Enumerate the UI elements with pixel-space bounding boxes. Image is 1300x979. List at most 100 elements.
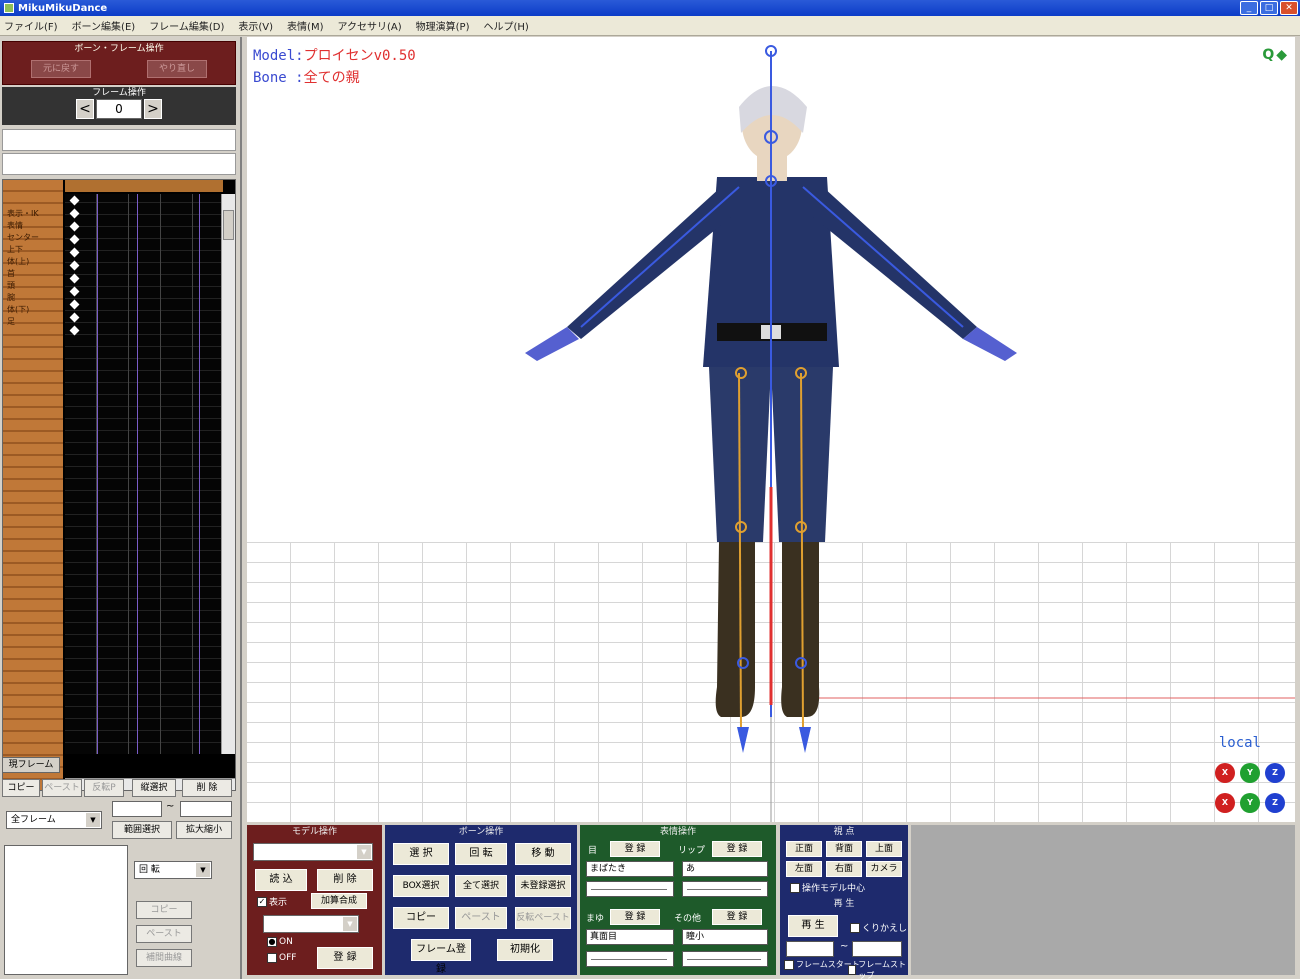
bone-name[interactable]: 頭: [7, 280, 15, 292]
paste-button[interactable]: ペースト: [42, 779, 82, 797]
initialize-button[interactable]: 初期化: [497, 939, 553, 961]
select-all-button[interactable]: 全て選択: [455, 875, 507, 897]
menu-help[interactable]: ヘルプ(H): [483, 18, 528, 33]
range-end-input[interactable]: [180, 801, 232, 817]
brow-slider[interactable]: [586, 951, 674, 967]
other-morph-select[interactable]: 瞳小: [682, 929, 768, 945]
frame-register-button[interactable]: フレーム登録: [411, 939, 471, 975]
move-x-icon[interactable]: X: [1215, 793, 1235, 813]
frame-number-input[interactable]: 0: [96, 99, 142, 119]
interpolation-curve[interactable]: [4, 845, 128, 975]
repeat-checkbox[interactable]: くりかえし: [850, 921, 907, 934]
rotate-y-icon[interactable]: Y: [1240, 763, 1260, 783]
reverse-paste-button[interactable]: 反転P: [84, 779, 124, 797]
other-register-button[interactable]: 登 録: [712, 909, 762, 925]
range-select-button[interactable]: 範囲選択: [112, 821, 172, 839]
timeline-grid[interactable]: [65, 194, 221, 754]
menu-face[interactable]: 表情(M): [287, 18, 323, 33]
other-slider[interactable]: [682, 951, 768, 967]
current-frame-tab[interactable]: 現フレーム: [2, 757, 60, 773]
select-bone-button[interactable]: 選 択: [393, 843, 449, 865]
menu-file[interactable]: ファイル(F): [4, 18, 58, 33]
menu-frame-edit[interactable]: フレーム編集(D): [149, 18, 224, 33]
curve-copy-button[interactable]: コピー: [136, 901, 192, 919]
off-radio[interactable]: OFF: [267, 953, 296, 963]
load-model-button[interactable]: 読 込: [255, 869, 307, 891]
frame-range-select[interactable]: 全フレーム: [6, 811, 102, 829]
eye-register-button[interactable]: 登 録: [610, 841, 660, 857]
bone-reverse-paste-button[interactable]: 反転ペースト: [515, 907, 571, 929]
back-view-button[interactable]: 背面: [826, 841, 862, 857]
move-view-icon[interactable]: ◆: [1276, 47, 1287, 63]
show-checkbox[interactable]: ✓ 表示: [257, 895, 287, 908]
bone-name[interactable]: センター: [7, 232, 39, 244]
maximize-button[interactable]: □: [1260, 1, 1278, 15]
top-view-button[interactable]: 上面: [866, 841, 902, 857]
rotate-bone-button[interactable]: 回 転: [455, 843, 507, 865]
on-radio[interactable]: ● ON: [267, 937, 293, 947]
lip-slider[interactable]: [682, 881, 768, 897]
unregistered-select-button[interactable]: 未登録選択: [515, 875, 571, 897]
bone-name[interactable]: 体(上): [7, 256, 29, 268]
brow-morph-select[interactable]: 真面目: [586, 929, 674, 945]
register-model-button[interactable]: 登 録: [317, 947, 373, 969]
menu-accessory[interactable]: アクセサリ(A): [337, 18, 401, 33]
box-select-button[interactable]: BOX選択: [393, 875, 449, 897]
bone-name[interactable]: 足: [7, 316, 15, 328]
scroll-thumb[interactable]: [223, 210, 234, 240]
zoom-icon[interactable]: Q: [1262, 47, 1274, 63]
left-view-button[interactable]: 左面: [786, 861, 822, 877]
frame-stop-checkbox[interactable]: フレームストップ: [848, 959, 908, 979]
bone-select[interactable]: 左足IK: [263, 915, 359, 933]
play-start-input[interactable]: [786, 941, 834, 957]
move-z-icon[interactable]: Z: [1265, 793, 1285, 813]
scale-button[interactable]: 拡大縮小: [176, 821, 232, 839]
model-render[interactable]: [247, 37, 1295, 822]
play-end-input[interactable]: [852, 941, 902, 957]
eye-slider[interactable]: [586, 881, 674, 897]
curve-type-select[interactable]: 回 転: [134, 861, 212, 879]
lip-morph-select[interactable]: あ: [682, 861, 768, 877]
delete-model-button[interactable]: 削 除: [317, 869, 373, 891]
bone-name[interactable]: 上下: [7, 244, 23, 256]
undo-button[interactable]: 元に戻す: [31, 60, 91, 78]
curve-reset-button[interactable]: 補間曲線: [136, 949, 192, 967]
vertical-select-button[interactable]: 縦選択: [132, 779, 176, 797]
rotate-z-icon[interactable]: Z: [1265, 763, 1285, 783]
redo-button[interactable]: やり直し: [147, 60, 207, 78]
bone-name[interactable]: 首: [7, 268, 15, 280]
timeline-vscrollbar[interactable]: [221, 194, 235, 754]
local-mode-label[interactable]: local: [1219, 735, 1261, 751]
bone-name[interactable]: 体(下): [7, 304, 29, 316]
prev-frame-button[interactable]: <: [76, 99, 94, 119]
model-select[interactable]: プロイセンv0.50: [253, 843, 373, 861]
bone-copy-button[interactable]: コピー: [393, 907, 449, 929]
3d-viewport[interactable]: Model:プロイセンv0.50 Bone :全ての親 Q ◆ local X …: [247, 37, 1295, 822]
bone-name[interactable]: 表情: [7, 220, 23, 232]
copy-button[interactable]: コピー: [2, 779, 40, 797]
front-view-button[interactable]: 正面: [786, 841, 822, 857]
bone-paste-button[interactable]: ペースト: [455, 907, 507, 929]
bone-name[interactable]: 表示・IK: [7, 208, 39, 220]
menu-view[interactable]: 表示(V): [238, 18, 273, 33]
range-start-input[interactable]: [112, 801, 162, 817]
menu-physics[interactable]: 物理演算(P): [416, 18, 470, 33]
rotate-x-icon[interactable]: X: [1215, 763, 1235, 783]
minimize-button[interactable]: _: [1240, 1, 1258, 15]
right-view-button[interactable]: 右面: [826, 861, 862, 877]
next-frame-button[interactable]: >: [144, 99, 162, 119]
brow-register-button[interactable]: 登 録: [610, 909, 660, 925]
play-button[interactable]: 再 生: [788, 915, 838, 937]
close-button[interactable]: ✕: [1280, 1, 1298, 15]
bone-name[interactable]: 腕: [7, 292, 15, 304]
lip-register-button[interactable]: 登 録: [712, 841, 762, 857]
camera-view-button[interactable]: カメラ: [866, 861, 902, 877]
move-bone-button[interactable]: 移 動: [515, 843, 571, 865]
menu-bone-edit[interactable]: ボーン編集(E): [72, 18, 136, 33]
delete-frame-button[interactable]: 削 除: [182, 779, 232, 797]
move-y-icon[interactable]: Y: [1240, 793, 1260, 813]
curve-paste-button[interactable]: ペースト: [136, 925, 192, 943]
model-center-checkbox[interactable]: 操作モデル中心: [790, 881, 865, 894]
eye-morph-select[interactable]: まばたき: [586, 861, 674, 877]
add-blend-button[interactable]: 加算合成: [311, 893, 367, 909]
